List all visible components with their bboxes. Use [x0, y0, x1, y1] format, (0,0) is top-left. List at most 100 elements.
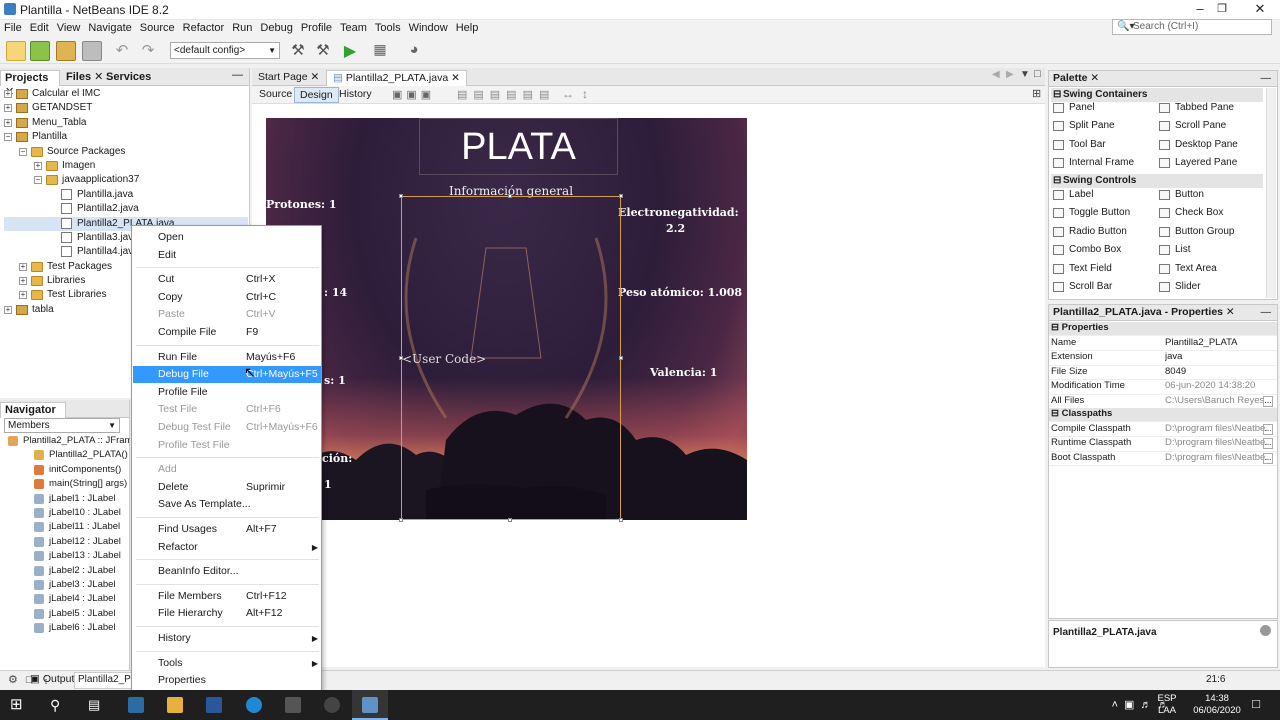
expand-icon[interactable]: − — [34, 176, 42, 185]
new-file-icon[interactable] — [6, 41, 26, 61]
selection-mode-icons[interactable]: ▣▣▣ — [392, 88, 452, 102]
tab-services[interactable]: Services — [102, 70, 155, 86]
search-input[interactable]: 🔍▾ Search (Ctrl+I) — [1112, 19, 1272, 35]
edit-value-button[interactable]: … — [1263, 452, 1273, 464]
tree-node[interactable]: + Imagen — [4, 159, 248, 173]
expand-icon[interactable]: + — [4, 305, 12, 314]
context-menu-delete[interactable]: Delete Suprimir — [133, 479, 321, 496]
context-menu-run-file[interactable]: Run File Mayús+F6 — [133, 349, 321, 366]
close-window-button[interactable]: ✕ — [1240, 0, 1280, 20]
members-select[interactable]: Members ▼ — [4, 418, 120, 433]
expand-icon[interactable]: + — [34, 161, 42, 170]
electronegatividad-value[interactable]: 2.2 — [666, 222, 685, 235]
context-menu-paste[interactable]: Paste Ctrl+V — [133, 306, 321, 323]
property-row[interactable]: Compile Classpath D:\program files\Neatbe… — [1049, 423, 1277, 438]
tree-node[interactable]: + Menu_Tabla — [4, 116, 248, 130]
resize-handle[interactable] — [399, 356, 403, 360]
open-project-icon[interactable] — [56, 41, 76, 61]
task-view-icon[interactable]: ▤ — [88, 697, 104, 713]
context-menu-cut[interactable]: Cut Ctrl+X — [133, 271, 321, 288]
edge-icon[interactable] — [246, 697, 262, 713]
tab-projects[interactable]: Projects ✕ — [0, 70, 60, 98]
resize-handle[interactable] — [399, 518, 403, 522]
palette-item-layered-pane[interactable]: Layered Pane — [1159, 157, 1237, 169]
tree-node[interactable]: Plantilla2.java — [4, 202, 248, 216]
close-icon[interactable]: ✕ — [451, 72, 460, 84]
expand-icon[interactable]: + — [4, 118, 12, 127]
palette-item-slider[interactable]: Slider — [1159, 281, 1201, 292]
tab-plantilla2-plata[interactable]: ▤ Plantilla2_PLATA.java ✕ — [326, 70, 467, 86]
palette-item-text-area[interactable]: Text Area — [1159, 263, 1217, 274]
label-2[interactable]: : 14 — [324, 286, 347, 299]
expand-icon[interactable]: + — [4, 104, 12, 113]
context-menu-find-usages[interactable]: Find Usages Alt+F7 — [133, 521, 321, 538]
palette-item-split-pane[interactable]: Split Pane — [1053, 120, 1115, 132]
properties-section[interactable]: ⊟ Properties — [1049, 322, 1277, 337]
clean-build-icon[interactable]: ⚒ — [313, 41, 333, 61]
palette-item-text-field[interactable]: Text Field — [1053, 263, 1112, 274]
palette-item-button[interactable]: Button — [1159, 189, 1204, 200]
menu-navigate[interactable]: Navigate — [84, 20, 135, 36]
resize-vertical-icon[interactable]: ↕ — [582, 87, 588, 101]
notifications-icon[interactable]: □ — [1246, 697, 1266, 710]
menu-refactor[interactable]: Refactor — [179, 20, 229, 36]
palette-item-scroll-bar[interactable]: Scroll Bar — [1053, 281, 1112, 292]
tab-navigator[interactable]: Navigator ✕ — [0, 402, 66, 430]
classpaths-section[interactable]: ⊟ Classpaths — [1049, 408, 1277, 423]
label-4[interactable]: ción: — [322, 452, 352, 465]
expand-icon[interactable]: + — [19, 262, 27, 271]
windows-start-icon[interactable]: ⊞ — [10, 697, 26, 713]
palette-item-toggle-button[interactable]: Toggle Button — [1053, 207, 1130, 219]
context-menu-file-hierarchy[interactable]: File Hierarchy Alt+F12 — [133, 605, 321, 622]
protones-label[interactable]: Protones: 1 — [266, 198, 337, 211]
menu-debug[interactable]: Debug — [256, 20, 296, 36]
context-menu-profile-file[interactable]: Profile File — [133, 384, 321, 401]
tree-node[interactable]: − Plantilla — [4, 130, 248, 144]
context-menu-history[interactable]: History ▶ — [133, 630, 321, 647]
context-menu-compile-file[interactable]: Compile File F9 — [133, 324, 321, 341]
tree-node[interactable]: + GETANDSET — [4, 101, 248, 115]
debug-icon[interactable]: ▦ — [370, 41, 390, 61]
tab-list-icon[interactable]: ▼ — [1020, 69, 1030, 80]
context-menu-debug-file[interactable]: Debug File Ctrl+Mayús+F5 — [133, 366, 321, 384]
property-row[interactable]: File Size 8049 — [1049, 366, 1277, 381]
palette-item-label[interactable]: Label — [1053, 189, 1093, 200]
build-icon[interactable]: ⚒ — [288, 41, 308, 61]
menu-view[interactable]: View — [53, 20, 85, 36]
context-menu-beaninfo-editor[interactable]: BeanInfo Editor... — [133, 563, 321, 580]
expand-icon[interactable]: + — [19, 277, 27, 286]
undo-icon[interactable]: ↶ — [112, 41, 132, 61]
menu-window[interactable]: Window — [405, 20, 452, 36]
file-explorer-icon[interactable] — [167, 697, 183, 713]
property-row[interactable]: Boot Classpath D:\program files\Neatbe...… — [1049, 452, 1277, 467]
context-menu-save-as-template[interactable]: Save As Template... — [133, 496, 321, 513]
context-menu-tools[interactable]: Tools ▶ — [133, 655, 321, 672]
edit-value-button[interactable]: … — [1263, 395, 1273, 407]
scroll-tabs-left-icon[interactable]: ◀ — [992, 69, 1000, 80]
resize-handle[interactable] — [508, 194, 512, 198]
run-icon[interactable]: ▶ — [340, 41, 360, 61]
new-project-icon[interactable] — [30, 41, 50, 61]
palette-item-internal-frame[interactable]: Internal Frame — [1053, 157, 1134, 169]
tab-source[interactable]: Source — [254, 87, 297, 103]
edit-value-button[interactable]: … — [1263, 424, 1273, 435]
scroll-tabs-right-icon[interactable]: ▶ — [1006, 69, 1014, 80]
context-menu-test-file[interactable]: Test File Ctrl+F6 — [133, 401, 321, 418]
add-icon[interactable]: ⊞ — [1032, 87, 1041, 100]
resize-horizontal-icon[interactable]: ↔ — [562, 87, 574, 101]
taskbar-app-icon[interactable] — [128, 697, 144, 713]
menu-run[interactable]: Run — [228, 20, 256, 36]
palette-item-combo-box[interactable]: Combo Box — [1053, 244, 1121, 256]
menu-team[interactable]: Team — [336, 20, 371, 36]
user-code-component[interactable]: <User Code> — [399, 194, 623, 522]
resize-handle[interactable] — [508, 518, 512, 522]
peso-atomico-label[interactable]: Peso atómico: 1.008 — [618, 286, 742, 299]
expand-icon[interactable]: − — [4, 133, 12, 142]
taskbar-app-icon[interactable] — [324, 697, 340, 713]
menu-edit[interactable]: Edit — [26, 20, 53, 36]
close-icon[interactable]: ✕ — [1226, 306, 1235, 318]
taskbar-app-icon[interactable] — [285, 697, 301, 713]
profile-icon[interactable]: ◕ — [404, 41, 424, 61]
config-select[interactable]: <default config> ▼ — [170, 42, 280, 59]
menu-tools[interactable]: Tools — [371, 20, 405, 36]
